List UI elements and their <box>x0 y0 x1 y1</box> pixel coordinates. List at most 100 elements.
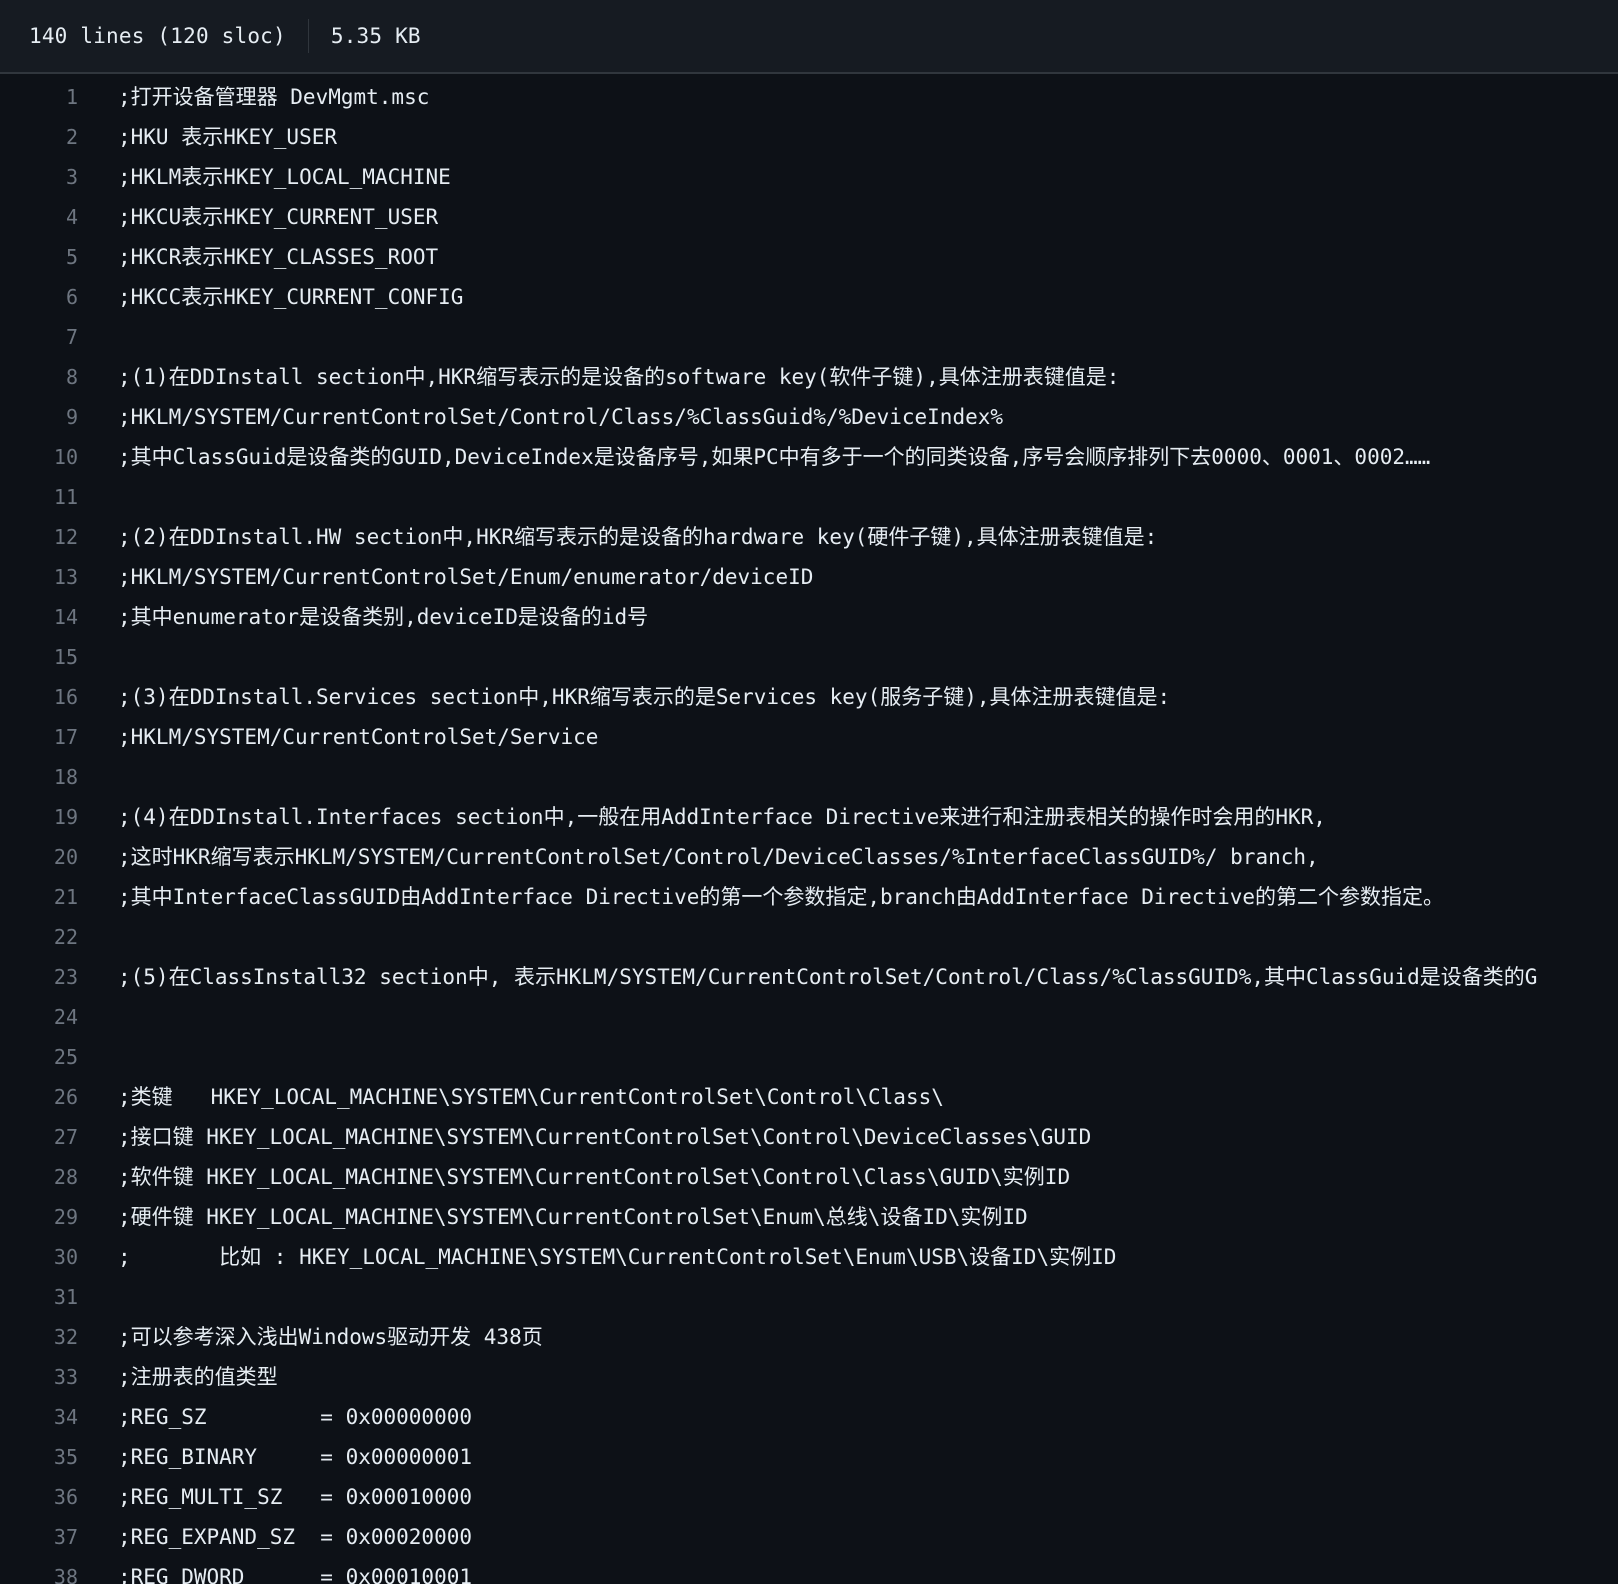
line-text: ;(2)在DDInstall.HW section中,HKR缩写表示的是设备的h… <box>118 525 1158 549</box>
code-line: 35 ;REG_BINARY = 0x00000001 <box>0 1437 1618 1477</box>
line-number[interactable]: 14 <box>0 597 78 637</box>
line-number[interactable]: 17 <box>0 717 78 757</box>
line-number[interactable]: 11 <box>0 477 78 517</box>
line-text: ;HKLM/SYSTEM/CurrentControlSet/Enum/enum… <box>118 565 814 589</box>
code-line: 36 ;REG_MULTI_SZ = 0x00010000 <box>0 1477 1618 1517</box>
code-line: 5 ;HKCR表示HKEY_CLASSES_ROOT <box>0 237 1618 277</box>
line-text: ;(3)在DDInstall.Services section中,HKR缩写表示… <box>118 685 1171 709</box>
line-text: ;REG_SZ = 0x00000000 <box>118 1405 473 1429</box>
line-number[interactable]: 30 <box>0 1237 78 1277</box>
code-line: 18 <box>0 757 1618 797</box>
line-text: ;HKLM/SYSTEM/CurrentControlSet/Control/C… <box>118 405 1004 429</box>
line-text: ;(1)在DDInstall section中,HKR缩写表示的是设备的soft… <box>118 365 1120 389</box>
code-line: 2 ;HKU 表示HKEY_USER <box>0 117 1618 157</box>
line-number[interactable]: 26 <box>0 1077 78 1117</box>
code-line: 24 <box>0 997 1618 1037</box>
line-number[interactable]: 36 <box>0 1477 78 1517</box>
code-line: 33 ;注册表的值类型 <box>0 1357 1618 1397</box>
line-number[interactable]: 2 <box>0 117 78 157</box>
line-number[interactable]: 27 <box>0 1117 78 1157</box>
line-text: ;其中InterfaceClassGUID由AddInterface Direc… <box>118 885 1445 909</box>
line-text: ;(5)在ClassInstall32 section中, 表示HKLM/SYS… <box>118 965 1538 989</box>
line-number[interactable]: 1 <box>0 77 78 117</box>
code-line: 15 <box>0 637 1618 677</box>
line-text: ;REG_MULTI_SZ = 0x00010000 <box>118 1485 473 1509</box>
code-line: 17 ;HKLM/SYSTEM/CurrentControlSet/Service <box>0 717 1618 757</box>
line-number[interactable]: 7 <box>0 317 78 357</box>
code-view: 1 ;打开设备管理器 DevMgmt.msc 2 ;HKU 表示HKEY_USER 3;… <box>0 77 1618 1584</box>
code-line: 26 ;类键 HKEY_LOCAL_MACHINE\SYSTEM\CurrentC… <box>0 1077 1618 1117</box>
line-text: ;HKCC表示HKEY_CURRENT_CONFIG <box>118 285 464 309</box>
line-text: ;(4)在DDInstall.Interfaces section中,一般在用A… <box>118 805 1326 829</box>
line-text: ;打开设备管理器 DevMgmt.msc <box>118 85 430 109</box>
line-number[interactable]: 34 <box>0 1397 78 1437</box>
code-line: 3 ;HKLM表示HKEY_LOCAL_MACHINE <box>0 157 1618 197</box>
code-line: 4 ;HKCU表示HKEY_CURRENT_USER <box>0 197 1618 237</box>
line-number[interactable]: 5 <box>0 237 78 277</box>
line-text: ;硬件键 HKEY_LOCAL_MACHINE\SYSTEM\CurrentCo… <box>118 1205 1028 1229</box>
line-text: ;REG_EXPAND_SZ = 0x00020000 <box>118 1525 473 1549</box>
line-number[interactable]: 21 <box>0 877 78 917</box>
line-number[interactable]: 38 <box>0 1557 78 1584</box>
code-line: 27 ;接口键 HKEY_LOCAL_MACHINE\SYSTEM\Current… <box>0 1117 1618 1157</box>
line-number[interactable]: 9 <box>0 397 78 437</box>
code-line: 16 ;(3)在DDInstall.Services section中,HKR缩写… <box>0 677 1618 717</box>
code-line: 13 ;HKLM/SYSTEM/CurrentControlSet/Enum/en… <box>0 557 1618 597</box>
line-number[interactable]: 28 <box>0 1157 78 1197</box>
line-number[interactable]: 6 <box>0 277 78 317</box>
line-text: ;其中enumerator是设备类别,deviceID是设备的id号 <box>118 605 649 629</box>
code-line: 32 ;可以参考深入浅出Windows驱动开发 438页 <box>0 1317 1618 1357</box>
line-number[interactable]: 13 <box>0 557 78 597</box>
code-line: 12 ;(2)在DDInstall.HW section中,HKR缩写表示的是设备… <box>0 517 1618 557</box>
line-text: ;HKU 表示HKEY_USER <box>118 125 338 149</box>
line-text: ;软件键 HKEY_LOCAL_MACHINE\SYSTEM\CurrentCo… <box>118 1165 1071 1189</box>
code-line: 37 ;REG_EXPAND_SZ = 0x00020000 <box>0 1517 1618 1557</box>
line-number[interactable]: 18 <box>0 757 78 797</box>
line-text: ;HKCR表示HKEY_CLASSES_ROOT <box>118 245 439 269</box>
code-line: 20 ;这时HKR缩写表示HKLM/SYSTEM/CurrentControlSe… <box>0 837 1618 877</box>
line-number[interactable]: 8 <box>0 357 78 397</box>
line-number[interactable]: 31 <box>0 1277 78 1317</box>
line-number[interactable]: 37 <box>0 1517 78 1557</box>
line-number[interactable]: 20 <box>0 837 78 877</box>
line-number[interactable]: 33 <box>0 1357 78 1397</box>
line-number[interactable]: 10 <box>0 437 78 477</box>
line-number[interactable]: 25 <box>0 1037 78 1077</box>
code-line: 25 <box>0 1037 1618 1077</box>
line-text: ;其中ClassGuid是设备类的GUID,DeviceIndex是设备序号,如… <box>118 445 1431 469</box>
line-number[interactable]: 16 <box>0 677 78 717</box>
line-number[interactable]: 24 <box>0 997 78 1037</box>
code-line: 1 ;打开设备管理器 DevMgmt.msc <box>0 77 1618 117</box>
file-size: 5.35 KB <box>330 24 421 48</box>
code-line: 29 ;硬件键 HKEY_LOCAL_MACHINE\SYSTEM\Current… <box>0 1197 1618 1237</box>
line-number[interactable]: 12 <box>0 517 78 557</box>
line-number[interactable]: 22 <box>0 917 78 957</box>
line-number[interactable]: 35 <box>0 1437 78 1477</box>
code-line: 9 ;HKLM/SYSTEM/CurrentControlSet/Control/… <box>0 397 1618 437</box>
line-text: ;HKCU表示HKEY_CURRENT_USER <box>118 205 439 229</box>
code-line: 6 ;HKCC表示HKEY_CURRENT_CONFIG <box>0 277 1618 317</box>
code-line: 21 ;其中InterfaceClassGUID由AddInterface Dir… <box>0 877 1618 917</box>
code-line: 23 ;(5)在ClassInstall32 section中, 表示HKLM/S… <box>0 957 1618 997</box>
line-text: ;注册表的值类型 <box>118 1365 278 1389</box>
line-number[interactable]: 29 <box>0 1197 78 1237</box>
code-line: 31 <box>0 1277 1618 1317</box>
line-number[interactable]: 3 <box>0 157 78 197</box>
line-text: ;类键 HKEY_LOCAL_MACHINE\SYSTEM\CurrentCon… <box>118 1085 944 1109</box>
code-line: 38 ;REG_DWORD = 0x00010001 <box>0 1557 1618 1584</box>
line-number[interactable]: 23 <box>0 957 78 997</box>
lines-count: 140 lines (120 sloc) <box>29 24 286 48</box>
line-number[interactable]: 15 <box>0 637 78 677</box>
file-info-bar: 140 lines (120 sloc) 5.35 KB <box>0 0 1618 74</box>
line-text: ;HKLM表示HKEY_LOCAL_MACHINE <box>118 165 451 189</box>
line-text: ;可以参考深入浅出Windows驱动开发 438页 <box>118 1325 543 1349</box>
code-line: 30 ; 比如 : HKEY_LOCAL_MACHINE\SYSTEM\Curre… <box>0 1237 1618 1277</box>
header-divider <box>307 19 309 53</box>
line-number[interactable]: 4 <box>0 197 78 237</box>
line-number[interactable]: 19 <box>0 797 78 837</box>
line-text: ;HKLM/SYSTEM/CurrentControlSet/Service <box>118 725 599 749</box>
code-line: 11 <box>0 477 1618 517</box>
line-number[interactable]: 32 <box>0 1317 78 1357</box>
code-line: 22 <box>0 917 1618 957</box>
code-line: 10 ;其中ClassGuid是设备类的GUID,DeviceIndex是设备序号… <box>0 437 1618 477</box>
